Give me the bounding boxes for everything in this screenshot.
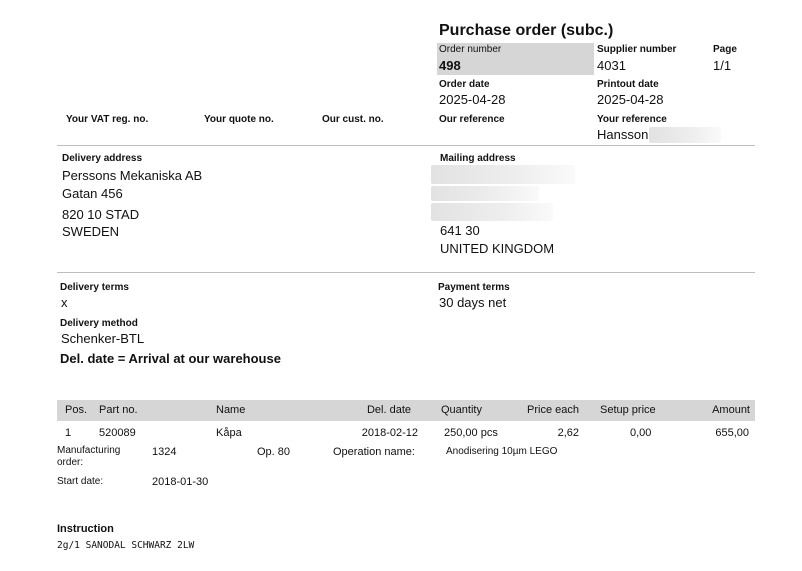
- row-amount: 655,00: [715, 427, 749, 439]
- order-number: 498: [439, 58, 461, 73]
- delivery-address-line: SWEDEN: [62, 224, 120, 239]
- col-header-setup-price: Setup price: [600, 404, 656, 416]
- mailing-country: UNITED KINGDOM: [440, 241, 555, 256]
- delivery-method-label: Delivery method: [60, 318, 138, 329]
- page-number: 1/1: [713, 58, 732, 73]
- supplier-number-label: Supplier number: [597, 44, 677, 55]
- delivery-address-line: 820 10 STAD: [62, 207, 140, 222]
- cust-no-label: Our cust. no.: [322, 114, 384, 125]
- vat-label: Your VAT reg. no.: [66, 114, 149, 125]
- page-label: Page: [713, 44, 737, 55]
- start-date: 2018-01-30: [152, 476, 209, 488]
- mailing-postcode: 641 30: [440, 223, 480, 238]
- order-number-label: Order number: [439, 44, 502, 55]
- printout-date-label: Printout date: [597, 79, 659, 90]
- col-header-quantity: Quantity: [441, 404, 482, 416]
- your-reference: Hansson: [597, 127, 649, 142]
- col-header-name: Name: [216, 404, 246, 416]
- row-quantity: 250,00 pcs: [444, 427, 498, 439]
- delivery-terms: x: [61, 295, 68, 310]
- row-price-each: 2,62: [557, 427, 579, 439]
- your-reference-label: Your reference: [597, 114, 667, 125]
- mailing-address-label: Mailing address: [440, 153, 516, 164]
- divider: [57, 145, 755, 146]
- delivery-address-line: Gatan 456: [62, 186, 123, 201]
- operation-name: Anodisering 10µm LEGO: [446, 446, 558, 457]
- quote-label: Your quote no.: [204, 114, 274, 125]
- col-header-part-no: Part no.: [99, 404, 138, 416]
- redacted-address-line: [431, 165, 575, 184]
- our-reference-label: Our reference: [439, 114, 505, 125]
- redacted-address-line: [431, 186, 539, 201]
- delivery-address-label: Delivery address: [62, 153, 143, 164]
- mfg-order-label-line: order:: [57, 457, 84, 468]
- redacted-reference: [649, 127, 721, 143]
- row-pos: 1: [65, 427, 72, 439]
- row-setup-price: 0,00: [630, 427, 652, 439]
- printout-date: 2025-04-28: [597, 92, 664, 107]
- instruction-text: 2g/1 SANODAL SCHWARZ 2LW: [57, 540, 195, 551]
- supplier-number: 4031: [597, 58, 626, 73]
- delivery-date-note: Del. date = Arrival at our warehouse: [60, 351, 281, 366]
- start-date-label: Start date:: [57, 476, 104, 487]
- document-title: Purchase order (subc.): [439, 22, 614, 39]
- mfg-order: 1324: [152, 446, 177, 458]
- operation-number: Op. 80: [257, 446, 291, 458]
- order-date-label: Order date: [439, 79, 490, 90]
- col-header-price-each: Price each: [527, 404, 579, 416]
- mfg-order-label-line: Manufacturing: [57, 445, 121, 456]
- order-date: 2025-04-28: [439, 92, 506, 107]
- delivery-method: Schenker-BTL: [61, 331, 145, 346]
- redacted-address-line: [431, 203, 553, 221]
- col-header-del-date: Del. date: [366, 404, 411, 416]
- row-part-no: 520089: [99, 427, 136, 439]
- col-header-amount: Amount: [712, 404, 750, 416]
- instruction-label: Instruction: [57, 523, 114, 535]
- col-header-pos: Pos.: [65, 404, 88, 416]
- mfg-order-label: Manufacturing order:: [57, 445, 120, 469]
- payment-terms: 30 days net: [439, 295, 507, 310]
- payment-terms-label: Payment terms: [438, 282, 510, 293]
- delivery-address-line: Perssons Mekaniska AB: [62, 168, 203, 183]
- row-name: Kåpa: [216, 427, 242, 439]
- divider: [57, 272, 755, 273]
- operation-name-label: Operation name:: [333, 446, 415, 458]
- delivery-terms-label: Delivery terms: [60, 282, 129, 293]
- row-del-date: 2018-02-12: [361, 427, 418, 439]
